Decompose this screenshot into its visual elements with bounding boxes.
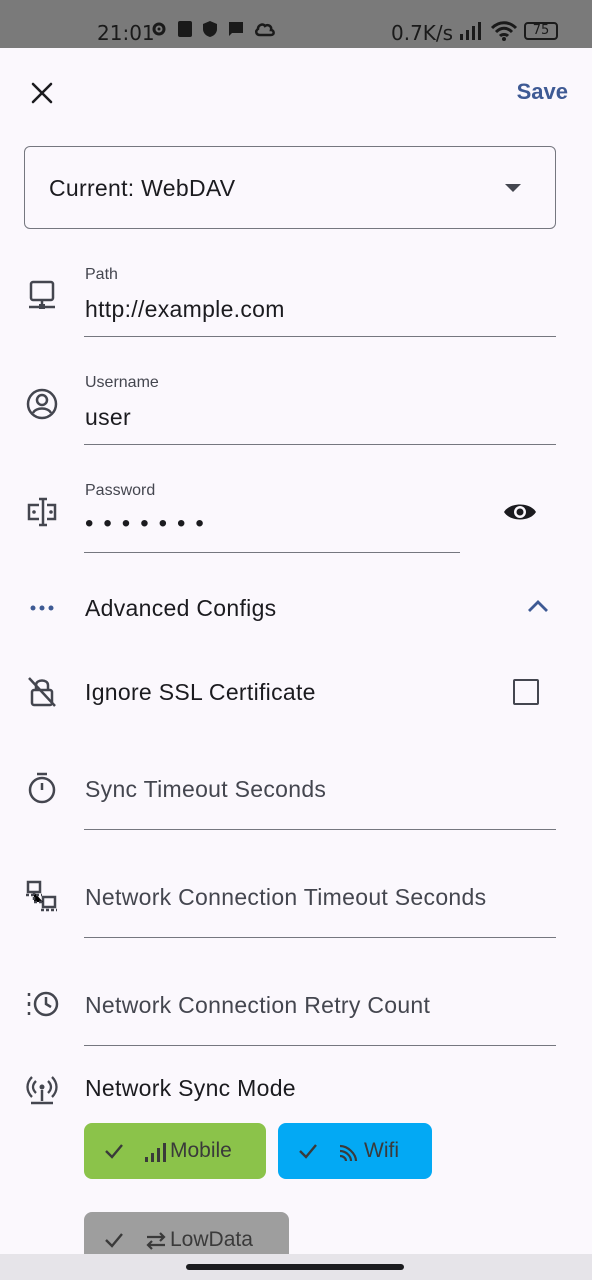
sync-timeout-placeholder: Sync Timeout Seconds [85,776,327,802]
top-app-bar: Save [0,48,592,136]
mi-app-icon [178,21,192,37]
chip-wifi-label: Wifi [364,1139,399,1162]
username-label: Username [85,374,159,391]
network-timeout-field[interactable]: Network Connection Timeout Seconds [84,868,556,938]
password-value: ••••••• [85,510,214,537]
path-field[interactable]: Path http://example.com [84,256,556,337]
signal-icon [460,22,481,40]
chip-mobile-label: Mobile [170,1139,232,1162]
advanced-configs-title: Advanced Configs [85,595,277,621]
network-sync-mode-title: Network Sync Mode [85,1075,296,1101]
network-timeout-placeholder: Network Connection Timeout Seconds [85,884,487,910]
username-value: user [85,404,131,430]
ignore-ssl-label: Ignore SSL Certificate [85,679,316,705]
status-notification-icons [150,20,276,38]
username-field[interactable]: Username user [84,364,556,445]
more-horiz-icon [24,590,60,626]
retry-count-field[interactable]: Network Connection Retry Count [84,976,556,1046]
sync-type-dropdown[interactable]: Current: WebDAV [24,146,556,229]
password-icon [24,494,60,530]
history-toggle-icon [24,986,60,1022]
swap-horiz-icon [146,1232,166,1250]
account-icon [24,386,60,422]
settings-gear-icon [152,22,166,36]
password-label: Password [85,482,156,499]
message-icon [229,22,243,36]
server-icon [24,278,60,314]
toggle-password-visibility-button[interactable] [500,496,540,528]
status-bar: 21:01 0.7K/s 75 [0,0,592,48]
path-label: Path [85,266,118,283]
check-icon [105,1233,123,1248]
eye-icon [504,504,536,520]
timer-icon [24,770,60,806]
cloud-icon [255,23,275,37]
sync-timeout-field[interactable]: Sync Timeout Seconds [84,760,556,830]
sync-type-value: Current: WebDAV [49,175,236,201]
network-speed: 0.7K/s [391,21,454,45]
chip-mobile[interactable]: Mobile [84,1123,266,1179]
retry-count-placeholder: Network Connection Retry Count [85,992,431,1018]
network-lan-icon [24,878,60,914]
home-gesture-handle[interactable] [186,1264,404,1270]
ssl-lock-off-icon [24,674,60,710]
battery-icon: 75 [524,22,558,40]
dropdown-arrow-icon [505,184,521,192]
signal-bars-icon [145,1143,166,1162]
password-field[interactable]: Password ••••••• [84,472,460,553]
chip-wifi[interactable]: Wifi [278,1123,432,1179]
close-button[interactable] [22,73,62,113]
wifi-status-icon [490,21,518,41]
close-icon [31,82,53,104]
save-button[interactable]: Save [517,79,568,105]
check-icon [105,1144,123,1159]
check-icon [299,1144,317,1159]
wifi-tethering-icon [24,1072,60,1108]
path-value: http://example.com [85,296,285,322]
ignore-ssl-checkbox[interactable] [513,679,539,705]
shield-icon [203,21,217,37]
wifi-icon [339,1144,358,1162]
chevron-up-icon[interactable] [526,598,550,614]
chip-lowdata-label: LowData [170,1228,253,1251]
status-time: 21:01 [97,21,155,45]
